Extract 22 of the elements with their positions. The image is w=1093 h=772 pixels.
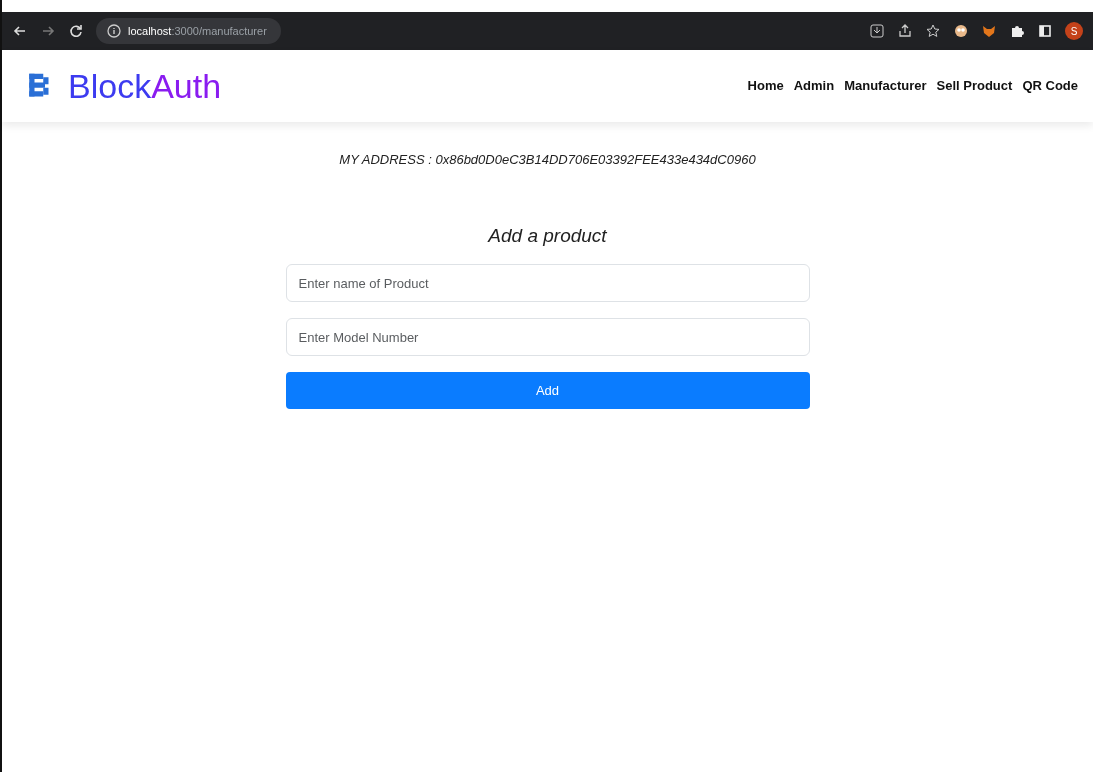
nav-link[interactable]: Admin <box>788 76 840 96</box>
form-title: Add a product <box>486 223 608 248</box>
profile-avatar[interactable]: S <box>1065 22 1083 40</box>
side-panel-icon[interactable] <box>1037 23 1053 39</box>
address-bar[interactable]: localhost:3000/manufacturer <box>96 18 281 44</box>
add-button[interactable]: Add <box>285 372 810 409</box>
input-field[interactable]: Enter name of Product <box>285 264 810 302</box>
download-icon[interactable] <box>869 23 885 39</box>
nav-link[interactable]: QR Code <box>1017 76 1083 96</box>
fox-icon[interactable] <box>981 23 997 39</box>
star-icon[interactable] <box>925 23 941 39</box>
nav-link[interactable]: Manufacturer <box>839 76 932 96</box>
owl-face-icon[interactable] <box>953 23 969 39</box>
share-icon[interactable] <box>897 23 913 39</box>
input-field[interactable]: Enter Model Number <box>285 318 810 356</box>
info-icon <box>106 23 122 39</box>
nav-link[interactable]: Home <box>742 76 789 96</box>
wallet-address: MY ADDRESS : 0x86bd0D0eC3B14DD706E03392FEE433e434dC0960 <box>338 151 757 169</box>
puzzle-piece-icon[interactable] <box>1009 23 1025 39</box>
brand-name[interactable]: BlockAuth <box>68 60 222 112</box>
reload-icon[interactable] <box>68 23 84 39</box>
nav-link[interactable]: Sell Product <box>931 76 1018 96</box>
